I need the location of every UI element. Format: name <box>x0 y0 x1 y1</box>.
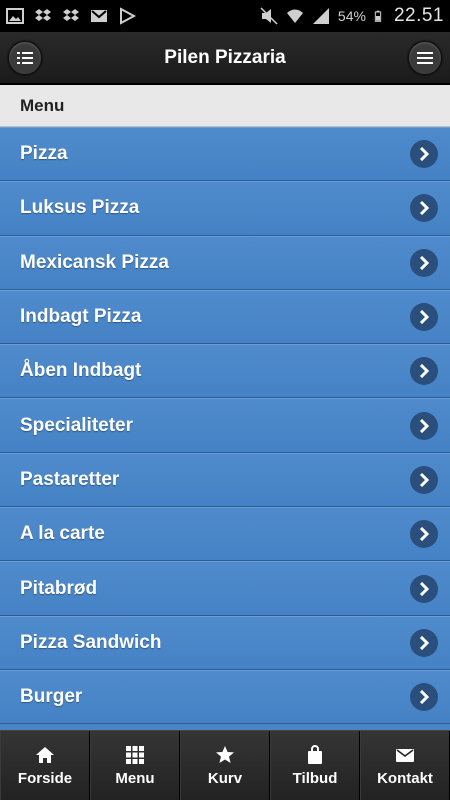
dropbox-icon <box>35 9 51 21</box>
dropbox-icon <box>63 9 79 21</box>
menu-item-label: Indbagt Pizza <box>20 306 142 328</box>
chevron-right-icon <box>410 140 438 169</box>
gallery-icon <box>6 8 24 24</box>
list-icon <box>17 52 33 64</box>
page-title: Pilen Pizzaria <box>164 46 286 68</box>
menu-item-label: Pizza <box>20 143 68 165</box>
mute-icon <box>260 7 278 25</box>
hamburger-icon <box>417 52 433 64</box>
home-icon <box>34 744 56 766</box>
menu-item-pitabrod[interactable]: Pitabrød <box>0 561 450 616</box>
nav-kontakt[interactable]: Kontakt <box>360 731 450 800</box>
menu-item-label: Åben Indbagt <box>20 360 142 382</box>
nav-forside[interactable]: Forside <box>0 731 90 800</box>
nav-label: Forside <box>17 770 73 787</box>
app-header: Pilen Pizzaria <box>0 32 450 84</box>
chevron-right-icon <box>410 628 438 657</box>
nav-label: Kurv <box>207 770 243 787</box>
menu-list: Pizza Luksus Pizza Mexicansk Pizza Indba… <box>0 127 450 730</box>
section-header: Menu <box>0 85 450 127</box>
battery-icon <box>374 10 382 22</box>
hamburger-menu-button[interactable] <box>408 41 442 75</box>
mail-icon <box>394 744 416 766</box>
grid-icon <box>124 744 146 766</box>
list-menu-button[interactable] <box>8 41 42 75</box>
nav-tilbud[interactable]: Tilbud <box>270 731 360 800</box>
nav-label: Menu <box>115 770 155 787</box>
battery-percent: 54% <box>337 8 366 24</box>
chevron-right-icon <box>410 520 438 549</box>
chevron-right-icon <box>410 303 438 332</box>
play-store-icon <box>120 7 136 25</box>
bottom-navbar: Forside Menu Kurv Tilbud Kontakt <box>0 730 450 800</box>
menu-item-label: Pitabrød <box>20 577 98 599</box>
status-bar: 54% 22.51 <box>0 0 450 32</box>
menu-item-label: A la carte <box>20 523 105 545</box>
menu-item-pizza-sandwich[interactable]: Pizza Sandwich <box>0 615 450 670</box>
menu-item-mexicansk-pizza[interactable]: Mexicansk Pizza <box>0 235 450 290</box>
menu-item-pastaretter[interactable]: Pastaretter <box>0 452 450 508</box>
menu-item-label: Mexicansk Pizza <box>20 251 169 273</box>
gmail-icon <box>91 10 107 22</box>
section-label: Menu <box>20 95 65 115</box>
menu-item-label: Burger <box>20 686 83 708</box>
menu-item-burger[interactable]: Burger <box>0 669 450 725</box>
signal-icon <box>312 8 329 24</box>
menu-item-indbagt-pizza[interactable]: Indbagt Pizza <box>0 289 450 345</box>
chevron-right-icon <box>410 574 438 603</box>
menu-item-specialiteter[interactable]: Specialiteter <box>0 398 450 453</box>
chevron-right-icon <box>410 194 438 223</box>
nav-kurv[interactable]: Kurv <box>180 731 270 800</box>
bag-icon <box>304 744 326 766</box>
menu-item-label: Specialiteter <box>20 414 133 436</box>
menu-item-pizza[interactable]: Pizza <box>0 127 450 182</box>
nav-label: Kontakt <box>377 770 433 787</box>
chevron-right-icon <box>410 411 438 440</box>
chevron-right-icon <box>410 465 438 494</box>
menu-item-label: Pastaretter <box>20 468 120 490</box>
star-icon <box>214 744 236 766</box>
menu-item-a-la-carte[interactable]: A la carte <box>0 507 450 562</box>
chevron-right-icon <box>410 357 438 386</box>
menu-item-luksus-pizza[interactable]: Luksus Pizza <box>0 181 450 236</box>
wifi-icon <box>286 9 303 23</box>
menu-item-label: Luksus Pizza <box>20 197 140 219</box>
menu-item-label: Pizza Sandwich <box>20 631 162 653</box>
chevron-right-icon <box>410 683 438 712</box>
clock: 22.51 <box>393 5 444 26</box>
nav-menu[interactable]: Menu <box>90 731 180 800</box>
chevron-right-icon <box>410 248 438 277</box>
menu-item-aben-indbagt[interactable]: Åben Indbagt <box>0 344 450 399</box>
nav-label: Tilbud <box>292 770 338 787</box>
